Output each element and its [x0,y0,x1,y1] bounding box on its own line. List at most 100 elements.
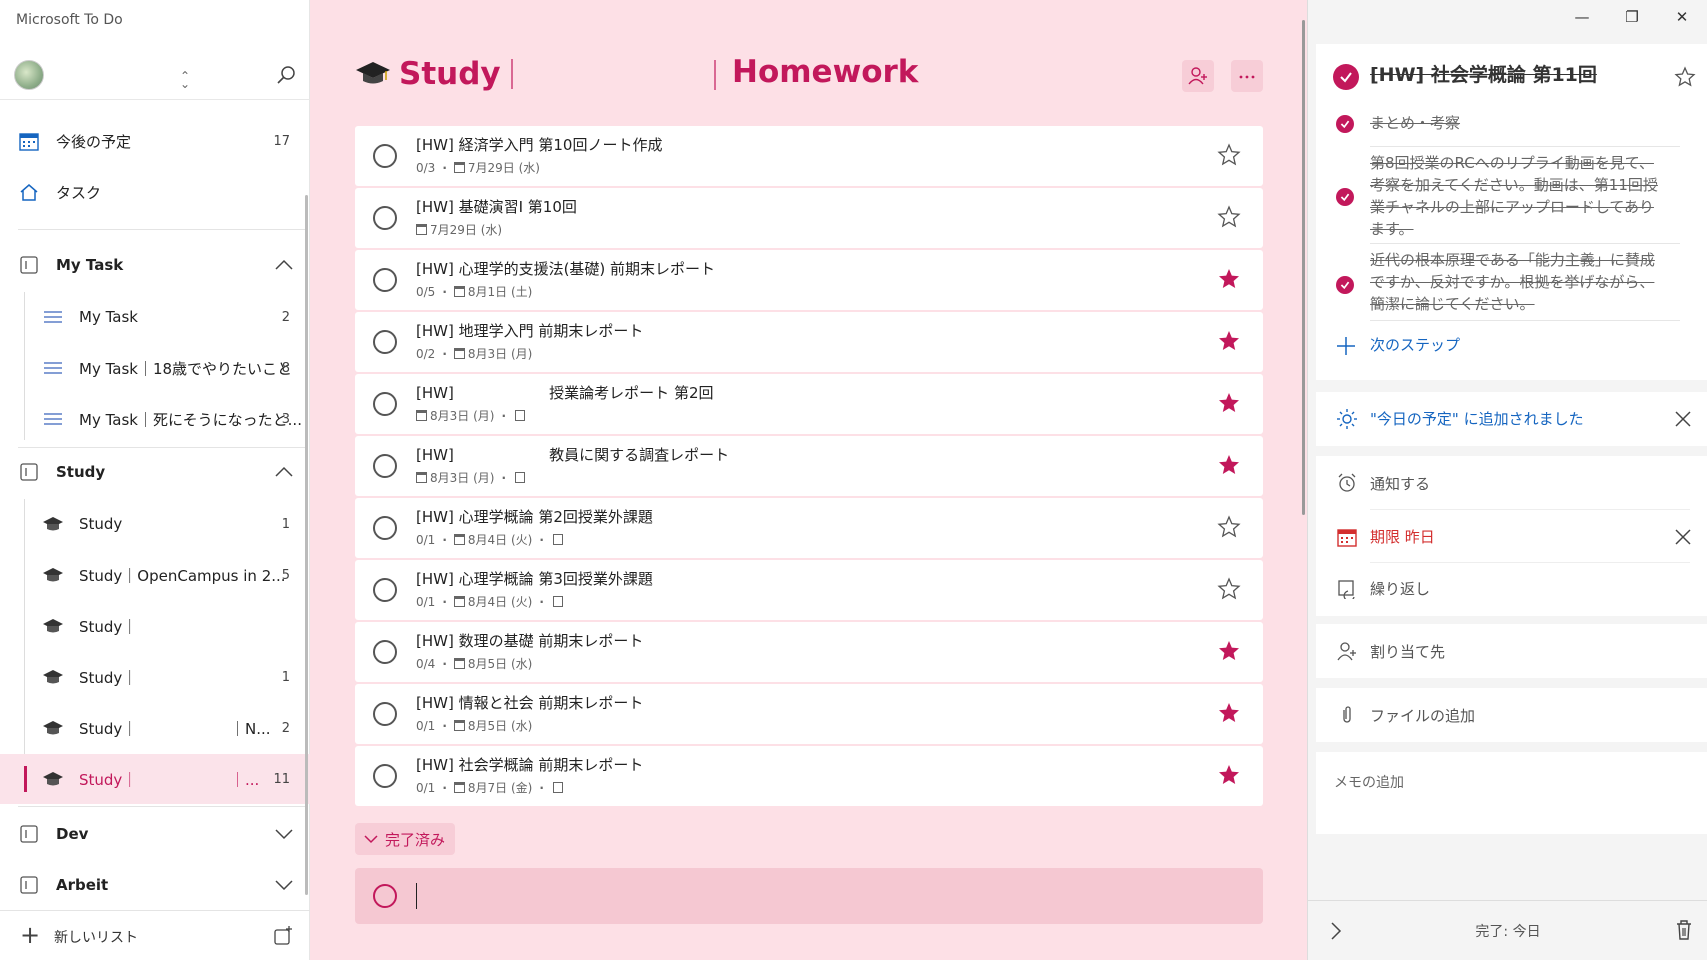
my-day-card[interactable]: "今日の予定" に追加されました [1316,392,1707,446]
sidebar-item-count: 8 [281,360,290,376]
sidebar-item-study-5[interactable]: Study｜ ｜N... 2 [0,703,310,753]
list-icon [44,362,62,374]
complete-task-checkbox[interactable] [373,330,397,354]
close-window-button[interactable]: ✕ [1662,8,1702,26]
task-due-date: 8月5日 (水) [467,657,533,671]
more-options-button[interactable] [1231,60,1263,92]
chevron-down-icon[interactable] [274,824,294,844]
sidebar-group-study[interactable]: Study [0,447,310,497]
add-next-step-button[interactable]: 次のステップ [1370,334,1460,355]
account-switch-icon[interactable]: ⌃ ⌄ [180,70,190,90]
star-outline-icon[interactable] [1217,577,1241,601]
task-row[interactable]: [HW] 基礎演習Ⅰ 第10回 7月29日 (水) [355,188,1263,248]
task-row[interactable]: [HW] 教員に関する調査レポート 8月3日 (月) · [355,436,1263,496]
chevron-down-icon[interactable] [274,875,294,895]
complete-task-checkbox[interactable] [373,206,397,230]
task-row[interactable]: [HW] 社会学概論 前期末レポート 0/1 · 8月7日 (金) · [355,746,1263,806]
task-row[interactable]: [HW] 授業論考レポート 第2回 8月3日 (月) · [355,374,1263,434]
task-row[interactable]: [HW] 心理学的支援法(基礎) 前期末レポート 0/5 · 8月1日 (土) [355,250,1263,310]
meta-dot: · [442,718,447,733]
task-row[interactable]: [HW] 数理の基礎 前期末レポート 0/4 · 8月5日 (水) [355,622,1263,682]
complete-task-checkbox[interactable] [373,392,397,416]
task-row[interactable]: [HW] 地理学入門 前期末レポート 0/2 · 8月3日 (月) [355,312,1263,372]
sidebar-item-mytask-18[interactable]: My Task｜18歳でやりたいこと 8 [0,343,310,393]
remove-due-date-icon[interactable] [1674,528,1692,546]
sidebar-item-tasks[interactable]: タスク [0,167,310,217]
avatar[interactable] [14,60,44,90]
repeat-button[interactable]: 繰り返し [1370,578,1430,599]
assign-card[interactable]: 割り当て先 [1316,624,1707,678]
add-task-input[interactable] [355,868,1263,924]
minimize-button[interactable]: — [1562,8,1602,26]
restore-button[interactable]: ❐ [1612,8,1652,26]
complete-task-checkbox[interactable] [373,454,397,478]
star-filled-icon[interactable] [1217,267,1241,291]
step-check-icon[interactable] [1336,276,1354,294]
sidebar-item-study-4[interactable]: Study｜ 1 [0,652,310,702]
step-text[interactable]: まとめ・考察 [1370,112,1660,134]
task-row[interactable]: [HW] 心理学概論 第3回授業外課題 0/1 · 8月4日 (火) · [355,560,1263,620]
sidebar-item-study-3[interactable]: Study｜ [0,601,310,651]
sidebar-group-dev[interactable]: Dev [0,809,310,859]
star-outline-icon[interactable] [1674,66,1696,88]
chevron-up-icon[interactable] [274,255,294,275]
complete-task-checkbox[interactable] [373,702,397,726]
task-row[interactable]: [HW] 心理学概論 第2回授業外課題 0/1 · 8月4日 (火) · [355,498,1263,558]
task-steps: 0/4 [416,656,436,671]
note-area[interactable]: メモの追加 [1316,752,1707,834]
add-file-card[interactable]: ファイルの追加 [1316,688,1707,742]
star-outline-icon[interactable] [1217,143,1241,167]
new-group-icon[interactable] [272,925,294,947]
sidebar-scrollbar[interactable] [305,195,308,895]
list-title[interactable]: Study [399,56,501,92]
sidebar-group-mytask[interactable]: My Task [0,240,310,290]
complete-task-checkbox[interactable] [373,764,397,788]
star-outline-icon[interactable] [1217,205,1241,229]
star-filled-icon[interactable] [1217,391,1241,415]
step-check-icon[interactable] [1336,188,1354,206]
step-text[interactable]: 第8回授業のRCへのリプライ動画を見て、考察を加えてください。動画は、第11回授… [1370,152,1660,240]
remind-me-button[interactable]: 通知する [1370,473,1430,494]
task-row[interactable]: [HW] 経済学入門 第10回ノート作成 0/3 · 7月29日 (水) [355,126,1263,186]
sidebar-item-mytask-shini[interactable]: My Task｜死にそうになったと... 3 [0,394,310,444]
complete-task-checkbox[interactable] [373,578,397,602]
star-filled-icon[interactable] [1217,453,1241,477]
home-icon [20,184,38,201]
graduation-cap-icon [43,721,63,735]
star-filled-icon[interactable] [1217,329,1241,353]
step-text[interactable]: 近代の根本原理である「能力主義」に賛成ですか、反対ですか。根拠を挙げながら、簡潔… [1370,249,1660,315]
completed-toggle[interactable]: 完了済み [355,823,456,855]
step-check-icon[interactable] [1336,115,1354,133]
task-list: [HW] 経済学入門 第10回ノート作成 0/3 · 7月29日 (水) [HW] 基礎… [355,126,1263,808]
sidebar-item-study-1[interactable]: Study 1 [0,499,310,549]
complete-task-checkbox[interactable] [373,516,397,540]
new-list-row[interactable]: + 新しいリスト [0,910,310,960]
main-scrollbar[interactable] [1302,20,1305,515]
complete-task-checkbox[interactable] [373,640,397,664]
trash-icon[interactable] [1674,919,1694,941]
star-outline-icon[interactable] [1217,515,1241,539]
sidebar-item-count: 5 [281,567,290,583]
sidebar-item-study-homework[interactable]: Study｜ ｜... 11 [0,754,310,804]
chevron-up-icon[interactable] [274,462,294,482]
sidebar-group-arbeit[interactable]: Arbeit [0,860,310,910]
star-filled-icon[interactable] [1217,639,1241,663]
graduation-cap-icon [43,619,63,633]
star-filled-icon[interactable] [1217,763,1241,787]
sidebar-item-study-opencampus[interactable]: Study｜OpenCampus in 2... 5 [0,550,310,600]
sidebar-item-count: 17 [273,133,290,149]
remove-my-day-icon[interactable] [1674,410,1692,428]
sidebar-item-mytask[interactable]: My Task 2 [0,292,310,342]
detail-task-title[interactable]: [HW] 社会学概論 第11回 [1370,60,1597,87]
search-icon[interactable] [276,64,298,86]
due-date-button[interactable]: 期限 昨日 [1370,526,1435,547]
star-filled-icon[interactable] [1217,701,1241,725]
share-list-button[interactable] [1182,60,1214,92]
completed-check-icon[interactable] [1333,64,1359,90]
sidebar-item-planned[interactable]: 今後の予定 17 [0,116,310,166]
task-row[interactable]: [HW] 情報と社会 前期末レポート 0/1 · 8月5日 (水) [355,684,1263,744]
complete-task-checkbox[interactable] [373,144,397,168]
list-subtitle[interactable]: Homework [732,54,918,90]
task-meta: 0/2 · 8月3日 (月) [416,345,532,362]
complete-task-checkbox[interactable] [373,268,397,292]
